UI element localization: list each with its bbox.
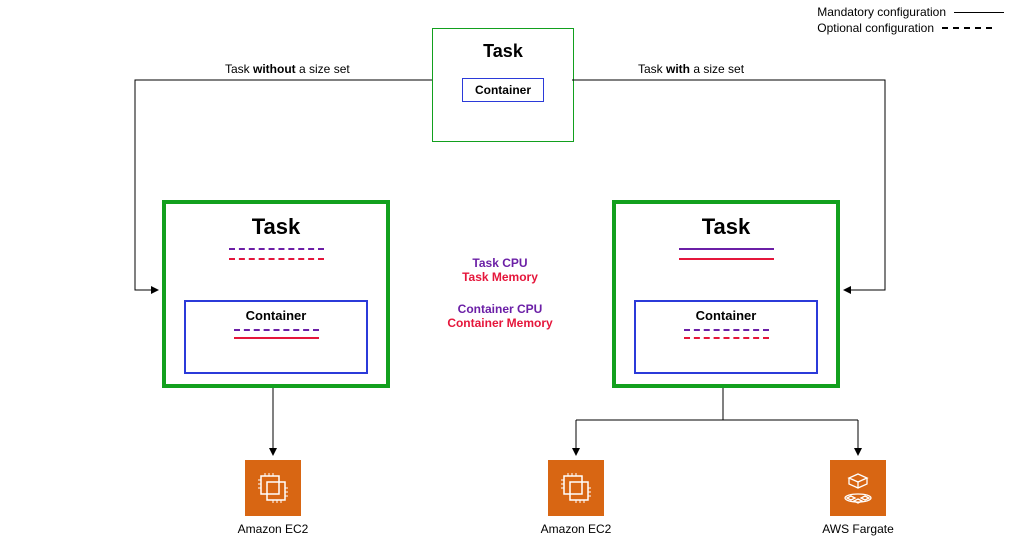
ec2-glyph-icon — [558, 470, 594, 506]
ec2-icon — [548, 460, 604, 516]
solid-line-icon — [954, 12, 1004, 13]
label-task-cpu: Task CPU — [430, 256, 570, 270]
task-title-left: Task — [252, 214, 301, 240]
container-title-left: Container — [246, 308, 307, 323]
label-task-memory: Task Memory — [430, 270, 570, 284]
task-box-top: Task Container — [432, 28, 574, 142]
legend-optional: Optional configuration — [817, 21, 1004, 35]
container-memory-line-left — [234, 337, 319, 339]
container-box-top: Container — [462, 78, 544, 102]
label-container-cpu: Container CPU — [430, 302, 570, 316]
task-title-right: Task — [702, 214, 751, 240]
ec2-label-left: Amazon EC2 — [213, 522, 333, 536]
container-cpu-line-right — [684, 329, 769, 331]
task-memory-line-right — [679, 258, 774, 260]
fargate-icon — [830, 460, 886, 516]
legend-mandatory: Mandatory configuration — [817, 5, 1004, 19]
task-box-right: Task Container — [612, 200, 840, 388]
fargate-label: AWS Fargate — [798, 522, 918, 536]
legend-mandatory-label: Mandatory configuration — [817, 5, 946, 19]
ec2-icon — [245, 460, 301, 516]
ec2-glyph-icon — [255, 470, 291, 506]
task-title: Task — [483, 41, 523, 62]
fargate-glyph-icon — [840, 470, 876, 506]
task-memory-line-left — [229, 258, 324, 260]
container-title-right: Container — [696, 308, 757, 323]
container-box-right: Container — [634, 300, 818, 374]
edge-label-with: Task with a size set — [638, 62, 744, 76]
task-box-left: Task Container — [162, 200, 390, 388]
task-cpu-line-left — [229, 248, 324, 250]
edge-label-without: Task without a size set — [225, 62, 350, 76]
task-cpu-line-right — [679, 248, 774, 250]
label-container-memory: Container Memory — [430, 316, 570, 330]
config-labels: Task CPU Task Memory Container CPU Conta… — [430, 256, 570, 330]
legend: Mandatory configuration Optional configu… — [817, 5, 1004, 37]
dashed-line-icon — [942, 27, 992, 29]
container-memory-line-right — [684, 337, 769, 339]
legend-optional-label: Optional configuration — [817, 21, 934, 35]
container-cpu-line-left — [234, 329, 319, 331]
container-box-left: Container — [184, 300, 368, 374]
ec2-label-right: Amazon EC2 — [516, 522, 636, 536]
